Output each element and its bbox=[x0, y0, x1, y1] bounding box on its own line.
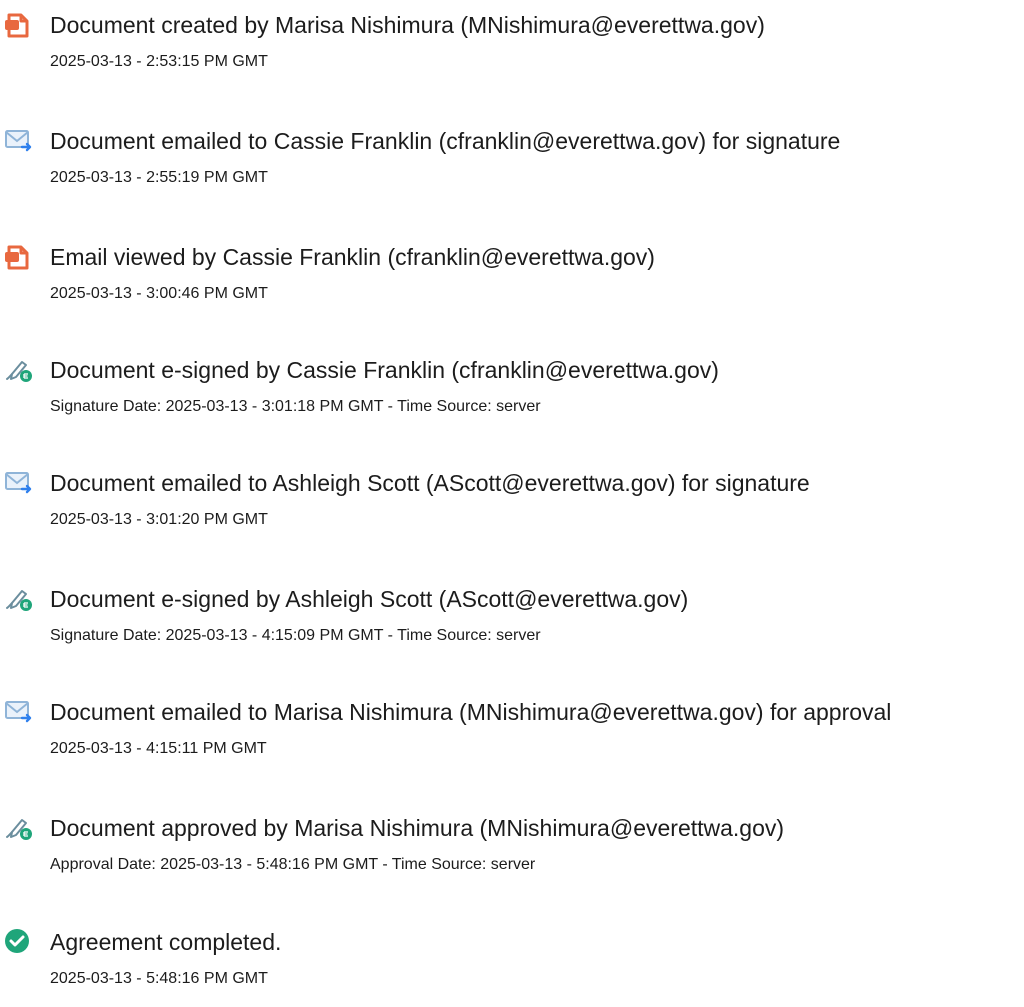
event-timestamp: 2025-03-13 - 3:01:20 PM GMT bbox=[50, 511, 268, 528]
event-timestamp: 2025-03-13 - 5:48:16 PM GMT bbox=[50, 970, 268, 987]
signature-icon bbox=[2, 813, 36, 843]
event-signature-date: Signature Date: 2025-03-13 - 4:15:09 PM … bbox=[50, 627, 541, 644]
history-event: Document emailed to Marisa Nishimura (MN… bbox=[0, 697, 1024, 777]
event-title: Document e-signed by Cassie Franklin (cf… bbox=[50, 357, 719, 383]
signature-icon bbox=[2, 584, 36, 614]
event-title: Email viewed by Cassie Franklin (cfrankl… bbox=[50, 244, 655, 270]
history-event: Document e-signed by Cassie Franklin (cf… bbox=[0, 355, 1024, 435]
event-signature-date: Signature Date: 2025-03-13 - 3:01:18 PM … bbox=[50, 398, 541, 415]
event-title: Document created by Marisa Nishimura (MN… bbox=[50, 12, 765, 38]
event-title: Agreement completed. bbox=[50, 929, 282, 955]
document-icon bbox=[2, 242, 36, 272]
document-icon bbox=[2, 10, 36, 40]
email-icon bbox=[2, 126, 36, 156]
history-event: Document approved by Marisa Nishimura (M… bbox=[0, 813, 1024, 893]
event-approval-date: Approval Date: 2025-03-13 - 5:48:16 PM G… bbox=[50, 856, 536, 873]
event-title: Document e-signed by Ashleigh Scott (ASc… bbox=[50, 586, 689, 612]
email-icon bbox=[2, 697, 36, 727]
check-circle-icon bbox=[2, 927, 36, 957]
history-event: Agreement completed. 2025-03-13 - 5:48:1… bbox=[0, 927, 1024, 1007]
event-timestamp: 2025-03-13 - 2:55:19 PM GMT bbox=[50, 169, 268, 186]
history-event: Document created by Marisa Nishimura (MN… bbox=[0, 10, 1024, 90]
event-timestamp: 2025-03-13 - 2:53:15 PM GMT bbox=[50, 53, 268, 70]
event-title: Document emailed to Ashleigh Scott (ASco… bbox=[50, 470, 810, 496]
event-title: Document emailed to Marisa Nishimura (MN… bbox=[50, 699, 892, 725]
history-event: Email viewed by Cassie Franklin (cfrankl… bbox=[0, 242, 1024, 322]
history-event: Document emailed to Ashleigh Scott (ASco… bbox=[0, 468, 1024, 548]
signature-icon bbox=[2, 355, 36, 385]
email-icon bbox=[2, 468, 36, 498]
history-event: Document emailed to Cassie Franklin (cfr… bbox=[0, 126, 1024, 206]
event-title: Document approved by Marisa Nishimura (M… bbox=[50, 815, 785, 841]
event-title: Document emailed to Cassie Franklin (cfr… bbox=[50, 128, 841, 154]
event-timestamp: 2025-03-13 - 4:15:11 PM GMT bbox=[50, 740, 267, 757]
history-event: Document e-signed by Ashleigh Scott (ASc… bbox=[0, 584, 1024, 664]
event-timestamp: 2025-03-13 - 3:00:46 PM GMT bbox=[50, 285, 268, 302]
